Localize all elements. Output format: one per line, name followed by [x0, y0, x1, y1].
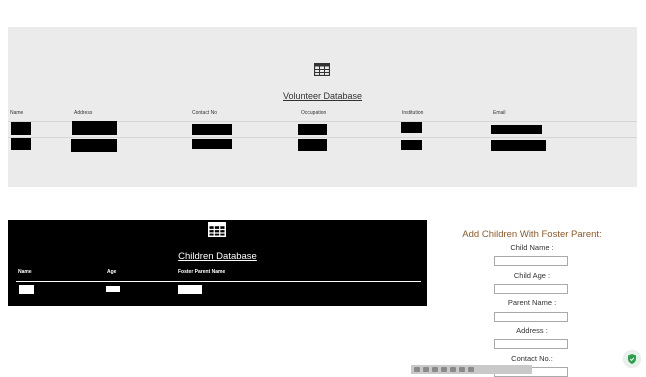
redacted-cell [298, 139, 327, 151]
col-header-address: Address [74, 110, 93, 116]
shield-icon[interactable] [624, 351, 640, 367]
table-grid-icon [314, 63, 330, 76]
volunteer-database-title[interactable]: Volunteer Database [8, 91, 637, 101]
redacted-cell [192, 124, 232, 135]
col-header-foster-parent: Foster Parent Name [178, 269, 226, 275]
table-grid-icon [208, 222, 226, 237]
taskbar-app-icon[interactable] [459, 367, 465, 372]
child-name-label: Child Name : [510, 243, 554, 252]
table-divider [8, 137, 637, 138]
children-database-panel: Children Database Name Age Foster Parent… [8, 220, 427, 306]
contact-no-label: Contact No.: [511, 354, 553, 363]
col-header-name: Name [18, 269, 32, 275]
redacted-cell [491, 140, 546, 151]
redacted-cell [71, 139, 117, 152]
child-age-field[interactable] [494, 284, 568, 294]
redacted-cell [401, 122, 422, 133]
col-header-occupation: Occupation [301, 110, 327, 116]
redacted-cell [298, 124, 327, 135]
col-header-institution: Institution [402, 110, 424, 116]
child-age-label: Child Age : [513, 271, 551, 280]
redacted-cell [11, 138, 31, 150]
children-database-title[interactable]: Children Database [8, 251, 427, 262]
col-header-age: Age [107, 269, 117, 275]
taskbar-app-icon[interactable] [432, 367, 438, 372]
address-label: Address : [516, 326, 548, 335]
child-name-field[interactable] [494, 256, 568, 266]
redacted-cell [106, 286, 120, 292]
taskbar-app-icon[interactable] [414, 367, 420, 372]
redacted-cell [192, 139, 232, 149]
volunteer-database-panel: Volunteer Database Name Address Contact … [8, 27, 637, 187]
parent-name-field[interactable] [494, 312, 568, 322]
taskbar [411, 365, 532, 374]
col-header-name: Name [10, 110, 24, 116]
taskbar-app-icon[interactable] [468, 367, 474, 372]
redacted-cell [19, 285, 34, 294]
taskbar-app-icon[interactable] [441, 367, 447, 372]
parent-name-label: Parent Name : [507, 298, 557, 307]
address-field[interactable] [494, 339, 568, 349]
add-children-form-title: Add Children With Foster Parent: [462, 229, 602, 240]
redacted-cell [72, 121, 117, 135]
col-header-contact: Contact No [192, 110, 218, 116]
taskbar-app-icon[interactable] [450, 367, 456, 372]
redacted-cell [178, 285, 202, 294]
taskbar-app-icon[interactable] [423, 367, 429, 372]
table-divider [16, 281, 421, 282]
redacted-cell [11, 122, 31, 135]
col-header-email: Email [493, 110, 506, 116]
redacted-cell [491, 125, 542, 134]
redacted-cell [401, 140, 422, 150]
